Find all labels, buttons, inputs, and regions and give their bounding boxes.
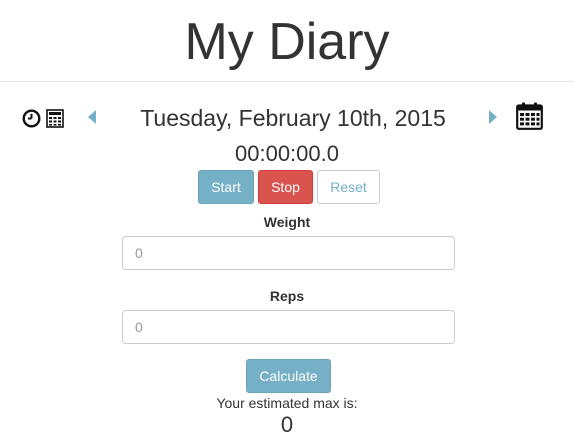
chevron-left-icon[interactable] — [87, 109, 97, 125]
calendar-icon[interactable] — [516, 102, 543, 130]
chevron-right-icon[interactable] — [488, 109, 498, 125]
reps-input[interactable] — [122, 310, 455, 344]
weight-input[interactable] — [122, 236, 455, 270]
result-value: 0 — [280, 412, 294, 437]
timer-display: 00:00:00.0 — [235, 141, 339, 166]
reps-label: Reps — [269, 288, 305, 304]
app-title: My Diary — [184, 13, 390, 71]
result-label: Your estimated max is: — [216, 395, 358, 411]
stop-button[interactable]: Stop — [258, 170, 313, 204]
weight-label: Weight — [263, 214, 311, 230]
current-date: Tuesday, February 10th, 2015 — [140, 105, 446, 131]
clock-icon[interactable] — [22, 109, 41, 128]
header: My Diary — [0, 0, 574, 82]
start-button[interactable]: Start — [198, 170, 254, 204]
reset-button[interactable]: Reset — [317, 170, 380, 204]
calculate-button[interactable]: Calculate — [246, 359, 331, 393]
calculator-icon[interactable] — [46, 109, 64, 128]
